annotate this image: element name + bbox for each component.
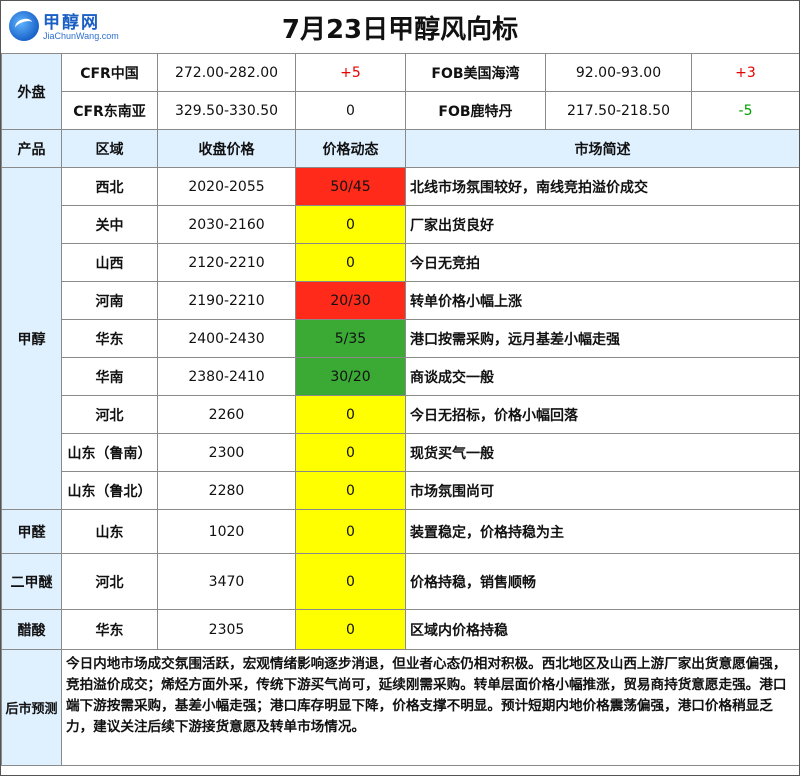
price-cell: 2020-2055 bbox=[157, 167, 296, 206]
col-header-price: 收盘价格 bbox=[157, 129, 296, 168]
region-cell: 山西 bbox=[61, 243, 158, 282]
price-cell: 2280 bbox=[157, 471, 296, 510]
summary-cell: 商谈成交一般 bbox=[405, 357, 799, 396]
column-header-row: 产品 区域 收盘价格 价格动态 市场简述 bbox=[1, 129, 799, 168]
methanol-row: 甲醇 西北 2020-2055 50/45 北线市场氛围较好，南线竞拍溢价成交 bbox=[1, 167, 799, 510]
foreign-label: 外盘 bbox=[1, 53, 62, 130]
price-cell: 2400-2430 bbox=[157, 319, 296, 358]
foreign-right-change: +3 bbox=[691, 53, 799, 92]
methanol-row: 华南 2380-2410 30/20 商谈成交一般 bbox=[2, 357, 799, 396]
col-header-product: 产品 bbox=[1, 129, 62, 168]
methanol-row: 华东 2400-2430 5/35 港口按需采购，远月基差小幅走强 bbox=[2, 319, 799, 358]
dme-label: 二甲醚 bbox=[1, 553, 62, 610]
methanol-row: 山东（鲁南） 2300 0 现货买气一般 bbox=[2, 433, 799, 472]
col-header-region: 区域 bbox=[61, 129, 158, 168]
forecast-label: 后市预测 bbox=[1, 649, 62, 766]
summary-cell: 厂家出货良好 bbox=[405, 205, 799, 244]
region-cell: 山东（鲁南） bbox=[61, 433, 158, 472]
price-cell: 2260 bbox=[157, 395, 296, 434]
summary-cell: 装置稳定，价格持稳为主 bbox=[405, 509, 799, 554]
methanol-indicator-table: 外盘 CFR中国 272.00-282.00 +5 FOB美国海湾 92.00-… bbox=[1, 53, 799, 766]
foreign-left-change: 0 bbox=[295, 91, 406, 130]
change-cell: 0 bbox=[295, 243, 406, 282]
formaldehyde-row: 甲醛 山东 1020 0 装置稳定，价格持稳为主 bbox=[1, 509, 799, 554]
foreign-left-price: 329.50-330.50 bbox=[157, 91, 296, 130]
summary-cell: 价格持稳，销售顺畅 bbox=[405, 553, 799, 610]
price-cell: 2380-2410 bbox=[157, 357, 296, 396]
change-cell: 0 bbox=[295, 609, 406, 650]
change-cell: 0 bbox=[295, 471, 406, 510]
forecast-row: 后市预测 今日内地市场成交氛围活跃，宏观情绪影响逐步消退，但业者心态仍相对积极。… bbox=[1, 649, 799, 766]
change-cell: 0 bbox=[295, 395, 406, 434]
methanol-row: 关中 2030-2160 0 厂家出货良好 bbox=[2, 205, 799, 244]
acetic-label: 醋酸 bbox=[1, 609, 62, 650]
col-header-change: 价格动态 bbox=[295, 129, 406, 168]
methanol-row: 山西 2120-2210 0 今日无竞拍 bbox=[2, 243, 799, 282]
col-header-summary: 市场简述 bbox=[405, 129, 799, 168]
price-cell: 3470 bbox=[157, 553, 296, 610]
region-cell: 华东 bbox=[61, 319, 158, 358]
methanol-label: 甲醇 bbox=[1, 167, 62, 510]
region-cell: 华南 bbox=[61, 357, 158, 396]
change-cell: 5/35 bbox=[295, 319, 406, 358]
change-cell: 0 bbox=[295, 205, 406, 244]
change-cell: 0 bbox=[295, 509, 406, 554]
change-cell: 20/30 bbox=[295, 281, 406, 320]
foreign-right-name: FOB美国海湾 bbox=[405, 53, 546, 92]
price-cell: 2190-2210 bbox=[157, 281, 296, 320]
price-cell: 2305 bbox=[157, 609, 296, 650]
price-cell: 2120-2210 bbox=[157, 243, 296, 282]
region-cell: 河北 bbox=[61, 553, 158, 610]
methanol-row: 河南 2190-2210 20/30 转单价格小幅上涨 bbox=[2, 281, 799, 320]
foreign-left-change: +5 bbox=[295, 53, 406, 92]
region-cell: 河南 bbox=[61, 281, 158, 320]
page-title: 7月23日甲醇风向标 bbox=[281, 15, 519, 45]
summary-cell: 今日无招标，价格小幅回落 bbox=[405, 395, 799, 434]
forecast-text: 今日内地市场成交氛围活跃，宏观情绪影响逐步消退，但业者心态仍相对积极。西北地区及… bbox=[61, 649, 799, 766]
foreign-right-price: 92.00-93.00 bbox=[545, 53, 692, 92]
change-cell: 0 bbox=[295, 433, 406, 472]
foreign-left-price: 272.00-282.00 bbox=[157, 53, 296, 92]
price-cell: 2300 bbox=[157, 433, 296, 472]
change-cell: 0 bbox=[295, 553, 406, 610]
region-cell: 西北 bbox=[61, 167, 158, 206]
summary-cell: 现货买气一般 bbox=[405, 433, 799, 472]
summary-cell: 区域内价格持稳 bbox=[405, 609, 799, 650]
foreign-left-name: CFR中国 bbox=[61, 53, 158, 92]
dme-row: 二甲醚 河北 3470 0 价格持稳，销售顺畅 bbox=[1, 553, 799, 610]
formaldehyde-label: 甲醛 bbox=[1, 509, 62, 554]
foreign-left-name: CFR东南亚 bbox=[61, 91, 158, 130]
foreign-row-1: 外盘 CFR中国 272.00-282.00 +5 FOB美国海湾 92.00-… bbox=[1, 53, 799, 130]
summary-cell: 北线市场氛围较好，南线竞拍溢价成交 bbox=[405, 167, 799, 206]
region-cell: 山东 bbox=[61, 509, 158, 554]
region-cell: 山东（鲁北） bbox=[61, 471, 158, 510]
methanol-row: 山东（鲁北） 2280 0 市场氛围尚可 bbox=[2, 471, 799, 510]
region-cell: 华东 bbox=[61, 609, 158, 650]
acetic-row: 醋酸 华东 2305 0 区域内价格持稳 bbox=[1, 609, 799, 650]
foreign-right-name: FOB鹿特丹 bbox=[405, 91, 546, 130]
change-cell: 30/20 bbox=[295, 357, 406, 396]
region-cell: 关中 bbox=[61, 205, 158, 244]
title-bar: 甲醇网 JiaChunWang.com 7月23日甲醇风向标 bbox=[1, 1, 799, 53]
change-cell: 50/45 bbox=[295, 167, 406, 206]
foreign-row-2: CFR东南亚 329.50-330.50 0 FOB鹿特丹 217.50-218… bbox=[2, 91, 799, 130]
region-cell: 河北 bbox=[61, 395, 158, 434]
summary-cell: 今日无竞拍 bbox=[405, 243, 799, 282]
foreign-right-change: -5 bbox=[691, 91, 799, 130]
summary-cell: 转单价格小幅上涨 bbox=[405, 281, 799, 320]
price-cell: 2030-2160 bbox=[157, 205, 296, 244]
page: 甲醇网 JiaChunWang.com 7月23日甲醇风向标 外盘 CFR中国 … bbox=[0, 0, 800, 776]
summary-cell: 市场氛围尚可 bbox=[405, 471, 799, 510]
foreign-right-price: 217.50-218.50 bbox=[545, 91, 692, 130]
methanol-row: 河北 2260 0 今日无招标，价格小幅回落 bbox=[2, 395, 799, 434]
price-cell: 1020 bbox=[157, 509, 296, 554]
summary-cell: 港口按需采购，远月基差小幅走强 bbox=[405, 319, 799, 358]
